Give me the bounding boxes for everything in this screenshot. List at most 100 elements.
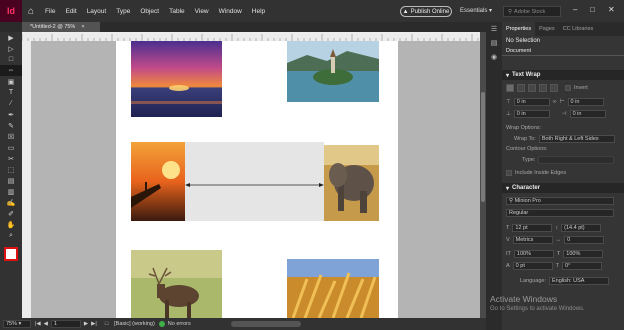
rectangle-frame-tool-icon[interactable]: ☒	[0, 131, 22, 142]
hand-tool-icon[interactable]: ✋	[0, 219, 22, 230]
menu-item-window[interactable]: Window	[214, 8, 247, 15]
bottom-offset-field[interactable]: 0 in	[513, 109, 550, 118]
jump-object-icon[interactable]	[539, 84, 547, 92]
scissors-tool-icon[interactable]: ✂	[0, 153, 22, 164]
content-collector-tool-icon[interactable]: ▣	[0, 76, 22, 87]
maximize-icon[interactable]: □	[590, 5, 595, 14]
kerning-field[interactable]: Metrics	[512, 235, 553, 244]
horizontal-scrollbar[interactable]	[230, 321, 301, 327]
wrap-object-shape-icon[interactable]	[528, 84, 536, 92]
next-page-icon[interactable]: ▶	[84, 321, 88, 327]
menu-item-view[interactable]: View	[190, 8, 214, 15]
document-tab[interactable]: *Untitled-2 @ 75% ×	[22, 22, 100, 32]
menu-item-edit[interactable]: Edit	[60, 8, 81, 15]
last-page-icon[interactable]: ▶|	[91, 321, 97, 327]
workspace-label: Essentials	[460, 8, 488, 14]
tab-pages[interactable]: Pages	[535, 26, 559, 32]
rectangle-tool-icon[interactable]: ▭	[0, 142, 22, 153]
gradient-tool-icon[interactable]: ▤	[0, 175, 22, 186]
fill-stroke-swatch[interactable]	[4, 247, 18, 261]
wrap-bounding-box-icon[interactable]	[517, 84, 525, 92]
invert-checkbox[interactable]	[565, 85, 571, 91]
text-wrap-header[interactable]: ▾ Text Wrap	[502, 70, 624, 80]
menu-item-file[interactable]: File	[40, 8, 60, 15]
page-tool-icon[interactable]: □	[0, 54, 22, 65]
tab-properties[interactable]: Properties	[502, 22, 536, 36]
wrap-to-dropdown[interactable]: Both Right & Left Sides	[538, 134, 615, 143]
workspace-switcher[interactable]: Essentials ▾	[460, 7, 492, 14]
pier-sunset-image[interactable]	[131, 142, 185, 221]
left-offset-field[interactable]: 0 in	[567, 97, 604, 106]
include-inside-edges-checkbox[interactable]	[506, 169, 512, 176]
menu-item-type[interactable]: Type	[111, 8, 135, 15]
lake-island-image[interactable]	[287, 41, 379, 102]
horizontal-scale-field[interactable]: 100%	[563, 249, 604, 258]
pages-panel-icon[interactable]: ▤	[486, 36, 502, 50]
elephant-image[interactable]	[324, 145, 379, 221]
menu-item-table[interactable]: Table	[164, 8, 190, 15]
pencil-tool-icon[interactable]: ✎	[0, 120, 22, 131]
tracking-field[interactable]: 0	[564, 235, 605, 244]
right-offset-field[interactable]: 0 in	[569, 109, 606, 118]
vertical-ruler[interactable]	[22, 41, 31, 318]
skew-field[interactable]: 0°	[562, 261, 603, 270]
properties-panel-icon[interactable]: ☰	[486, 22, 502, 36]
preflight-profile[interactable]: [Basic] (working)	[114, 321, 155, 327]
eyedropper-tool-icon[interactable]: ✐	[0, 208, 22, 219]
note-tool-icon[interactable]: ✍	[0, 197, 22, 208]
vertical-scale-field[interactable]: 100%	[513, 249, 554, 258]
document-section-label: Document	[502, 47, 624, 56]
select-tool-icon[interactable]: ▶	[0, 32, 22, 43]
font-style-dropdown[interactable]: Regular	[506, 209, 614, 217]
previous-page-icon[interactable]: ◀	[44, 321, 48, 327]
horizontal-ruler[interactable]	[21, 32, 480, 41]
contour-type-dropdown[interactable]	[538, 155, 615, 164]
collapse-icon: ▾	[506, 72, 510, 79]
close-tab-icon[interactable]: ×	[81, 24, 84, 30]
document-page[interactable]	[116, 41, 398, 318]
sunset-sea-image[interactable]	[131, 41, 222, 117]
gap-tool-icon[interactable]: ⇔	[0, 65, 22, 76]
baseline-shift-field[interactable]: 0 pt	[512, 261, 553, 270]
close-icon[interactable]: ✕	[608, 5, 615, 14]
minimize-icon[interactable]: –	[573, 5, 577, 14]
line-tool-icon[interactable]: ∕	[0, 98, 22, 109]
scrollbar-thumb[interactable]	[481, 92, 485, 202]
direct-select-tool-icon[interactable]: ▷	[0, 43, 22, 54]
menu-item-help[interactable]: Help	[247, 8, 270, 15]
zoom-tool-icon[interactable]: ⌕	[0, 230, 22, 241]
no-text-wrap-icon[interactable]	[506, 84, 514, 92]
character-header[interactable]: ▾ Character	[502, 183, 624, 193]
font-family-dropdown[interactable]: ⚲ Minion Pro	[506, 197, 614, 205]
font-size-field[interactable]: 12 pt	[512, 223, 553, 232]
free-transform-tool-icon[interactable]: ⬚	[0, 164, 22, 175]
bottom-offset-value: 0 in	[516, 110, 526, 117]
menu-item-layout[interactable]: Layout	[82, 8, 112, 15]
preflight-status[interactable]: No errors	[168, 321, 191, 327]
tab-cc-libraries[interactable]: CC Libraries	[559, 26, 598, 32]
language-dropdown[interactable]: English: USA	[549, 276, 609, 285]
top-offset-field[interactable]: 0 in	[513, 97, 550, 106]
panel-tabs: Properties Pages CC Libraries	[502, 22, 624, 36]
wheat-field-image[interactable]	[287, 259, 379, 318]
open-page-icon[interactable]: □	[105, 321, 108, 327]
zoom-field[interactable]: 75% ▾	[3, 320, 31, 328]
menu-item-object[interactable]: Object	[135, 8, 164, 15]
cc-libraries-panel-icon[interactable]: ◉	[486, 50, 502, 64]
link-icon[interactable]: ∞	[553, 99, 557, 105]
first-page-icon[interactable]: |◀	[35, 321, 41, 327]
adobe-stock-search[interactable]: ⚲ Adobe Stock	[503, 6, 561, 17]
leading-field[interactable]: (14.4 pt)	[561, 223, 602, 232]
right-offset-value: 0 in	[572, 110, 582, 117]
elk-image[interactable]	[131, 250, 222, 318]
pen-tool-icon[interactable]: ✒	[0, 109, 22, 120]
publish-online-button[interactable]: ▲ Publish Online	[400, 6, 452, 17]
page-field[interactable]: 1	[50, 320, 81, 328]
pasteboard[interactable]	[31, 41, 480, 318]
home-icon[interactable]: ⌂	[22, 0, 40, 22]
type-tool-icon[interactable]: T	[0, 87, 22, 98]
panel-icon-strip: ☰ ▤ ◉	[486, 22, 502, 330]
tools-panel: ▶ ▷ □ ⇔ ▣ T ∕ ✒ ✎ ☒ ▭ ✂ ⬚ ▤ ▥ ✍ ✐ ✋ ⌕	[0, 32, 22, 318]
gradient-feather-tool-icon[interactable]: ▥	[0, 186, 22, 197]
jump-next-column-icon[interactable]	[550, 84, 558, 92]
